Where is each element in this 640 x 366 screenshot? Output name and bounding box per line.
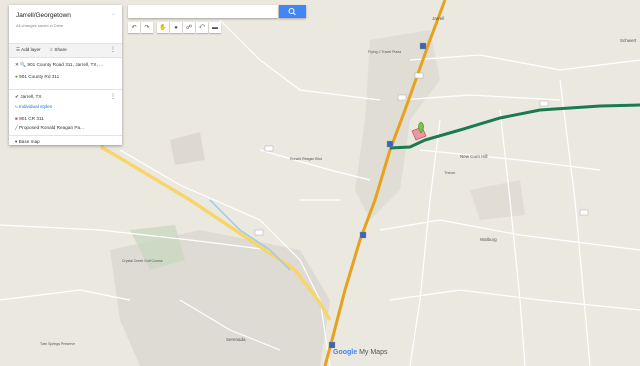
map-label-twin-springs: Twin Springs Preserve (40, 342, 75, 346)
map-toolbar: ↶ ↷ ✋ ● ☍ ⤺ ▬ (128, 5, 306, 38)
layer2-header[interactable]: ✔ Jarrell, TX (15, 94, 42, 100)
save-status: All changes saved in Drive (16, 23, 64, 28)
panel-menu-icon[interactable]: ⋮ (110, 47, 116, 53)
base-map-row[interactable]: ▾ Base map (15, 139, 40, 145)
expand-icon: ▾ (15, 139, 18, 144)
map-title[interactable]: Jarrell/Georgetown (16, 12, 71, 19)
layer-checkbox-icon[interactable]: ✔ (15, 94, 19, 99)
map-label-flying-j: Flying J Travel Plaza (368, 50, 401, 54)
polygon-icon: ■ (15, 116, 18, 121)
map-label-schwert: Schwert (620, 38, 637, 43)
map-label-serenada: Serenada (226, 337, 246, 342)
layer1-search-row[interactable]: ✕ 🔍 901 County Road 311, Jarrell, TX, ..… (15, 62, 103, 68)
draw-line-icon[interactable]: ☍ (183, 22, 195, 33)
drawing-tools: ↶ ↷ ✋ ● ☍ ⤺ ▬ (128, 22, 222, 33)
line-icon: ╱ (15, 125, 18, 130)
layer1-item[interactable]: ● 901 County Rd 311 (15, 74, 59, 79)
directions-icon[interactable]: ⤺ (196, 22, 208, 33)
pan-hand-icon[interactable]: ✋ (157, 22, 169, 33)
map-label-walburg: Walburg (480, 237, 497, 242)
individual-styles-link[interactable]: ⤷ Individual styles (15, 104, 52, 109)
map-label-ronald-reagan: Ronald Reagan Blvd (290, 157, 322, 161)
collapse-panel-icon[interactable]: ← (111, 11, 117, 17)
add-marker-icon[interactable]: ● (170, 22, 182, 33)
layer2-item-1[interactable]: ■ 901 CR 311 (15, 116, 44, 121)
redo-icon[interactable]: ↷ (141, 22, 153, 33)
search-icon (288, 8, 296, 16)
map-label-new-corn-hill: New Corn Hill (460, 154, 488, 159)
measure-ruler-icon[interactable]: ▬ (209, 22, 221, 33)
map-label-jarrell: Jarrell (432, 16, 444, 21)
map-label-theon: Theon (444, 170, 455, 175)
layers-panel: Jarrell/Georgetown ← All changes saved i… (9, 5, 122, 145)
search-icon: 🔍 (20, 62, 27, 67)
add-layer-icon: ☰ (16, 47, 21, 52)
share-button[interactable]: ☃ Share (49, 47, 67, 53)
map-label-crystal-creek: Crystal Creek Golf Course (122, 259, 163, 263)
google-my-maps-attribution: Google My Maps (333, 349, 388, 356)
style-icon: ⤷ (15, 104, 18, 109)
share-icon: ☃ (49, 47, 54, 52)
undo-icon[interactable]: ↶ (128, 22, 140, 33)
search-box (128, 5, 278, 24)
layer2-item-2[interactable]: ╱ Proposed Ronald Reagan Pa... (15, 125, 84, 131)
checkbox-icon[interactable]: ✕ (15, 62, 19, 67)
add-layer-button[interactable]: ☰ Add layer (16, 47, 41, 53)
panel-actions: ☰ Add layer ☃ Share ⋮ (9, 43, 122, 58)
pin-icon: ● (15, 74, 18, 79)
search-button[interactable] (279, 5, 306, 18)
layer2-menu-icon[interactable]: ⋮ (110, 94, 116, 100)
